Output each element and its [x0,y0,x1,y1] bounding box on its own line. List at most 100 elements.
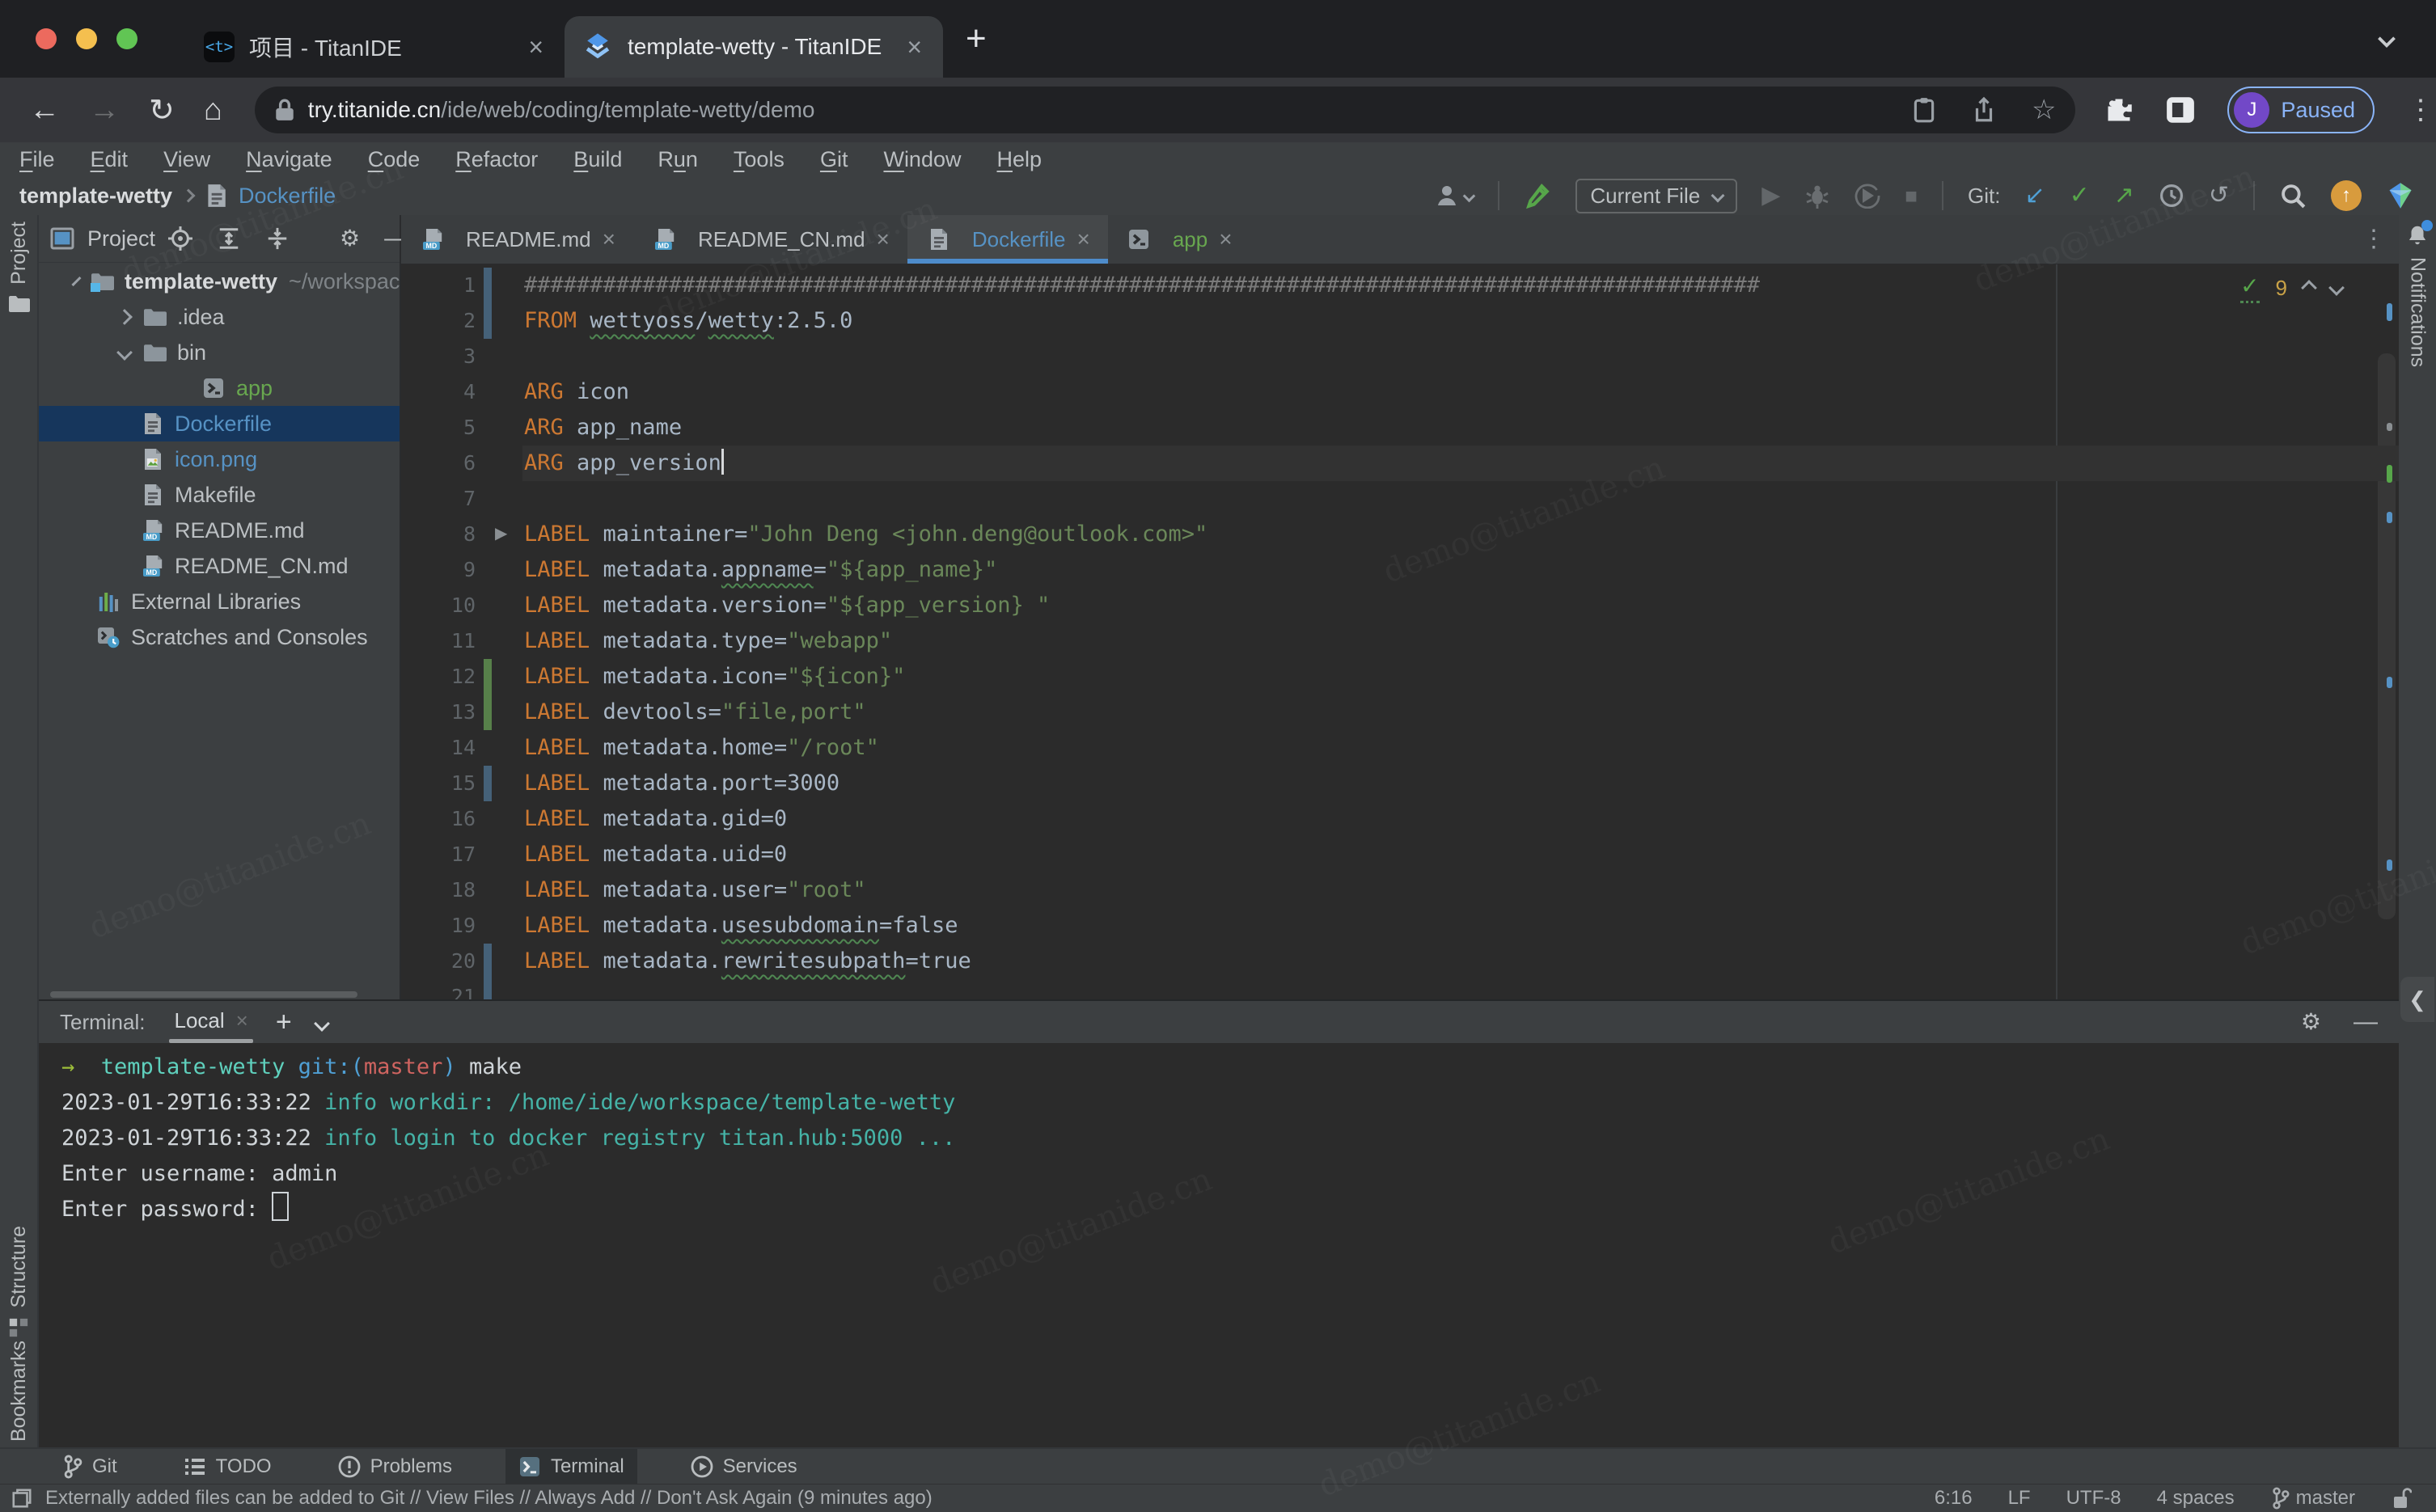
close-editor-tab-icon[interactable]: × [1076,226,1089,252]
run-coverage-icon[interactable] [1854,183,1880,209]
line-ending[interactable]: LF [2008,1487,2031,1510]
locate-file-icon[interactable] [168,226,192,251]
bookmark-star-icon[interactable]: ☆ [2032,94,2056,126]
hide-stripe-chevron-icon[interactable]: ❮ [2400,977,2434,1022]
status-window-icon[interactable] [11,1488,32,1509]
tree-item-scratches-and-consoles[interactable]: Scratches and Consoles [39,619,400,655]
tool-button-project[interactable]: Project [0,222,37,314]
editor-tab-readme-md[interactable]: MDREADME.md× [401,215,633,264]
tree-chevron-down-icon[interactable] [71,277,81,286]
tree-item-template-wetty[interactable]: template-wetty~/workspace [39,264,400,299]
settings-gear-icon[interactable]: ⚙ [340,227,360,250]
profile-button[interactable]: J Paused [2227,87,2375,133]
menu-code[interactable]: Code [368,147,421,172]
run-button[interactable]: ▶ [1761,184,1780,208]
collapse-all-icon[interactable] [265,226,290,251]
status-message[interactable]: Externally added files can be added to G… [45,1487,933,1510]
tool-window-button-todo[interactable]: TODO [171,1449,285,1485]
terminal-sessions-chevron-icon[interactable] [316,1010,328,1035]
caret-position[interactable]: 6:16 [1935,1487,1973,1510]
clipboard-icon[interactable] [1912,96,1936,124]
project-panel-title[interactable]: Project [87,226,155,251]
tree-item-makefile[interactable]: Makefile [39,477,400,513]
inspections-widget[interactable]: ✓ 9 [2240,272,2342,303]
new-terminal-session-button[interactable]: + [276,1007,292,1038]
close-editor-tab-icon[interactable]: × [1219,226,1232,252]
url-bar[interactable]: try.titanide.cn/ide/web/coding/template-… [255,87,2076,133]
tab-options-icon[interactable]: ⋮ [2362,225,2386,253]
tree-item-readme-cn-md[interactable]: MDREADME_CN.md [39,548,400,584]
tool-window-button-git[interactable]: Git [49,1449,130,1485]
browser-tab-1[interactable]: template-wetty - TitanIDE× [565,16,943,78]
menu-view[interactable]: View [163,147,210,172]
project-horizontal-scrollbar[interactable] [50,991,357,998]
tool-button-notifications[interactable]: Notifications [2399,223,2436,367]
next-problem-icon[interactable] [2328,280,2345,296]
editor-tab-readme-cn-md[interactable]: MDREADME_CN.md× [633,215,907,264]
editor-tab-app[interactable]: app× [1108,215,1250,264]
history-clock-icon[interactable] [2159,183,2184,209]
file-encoding[interactable]: UTF-8 [2066,1487,2121,1510]
breadcrumb-project[interactable]: template-wetty [19,184,172,209]
prev-problem-icon[interactable] [2301,280,2317,296]
zoom-window-button[interactable] [116,28,137,49]
git-push-icon[interactable]: ↗ [2114,184,2134,208]
browser-menu-icon[interactable]: ⋮ [2407,94,2436,126]
menu-run[interactable]: Run [658,147,698,172]
home-button[interactable]: ⌂ [204,93,222,128]
search-everywhere-icon[interactable] [2279,182,2307,209]
rollback-icon[interactable]: ↺ [2209,184,2229,208]
git-update-icon[interactable]: ↙ [2024,184,2045,208]
tree-chevron-down-icon[interactable] [116,344,133,361]
git-branch-widget[interactable]: master [2270,1487,2355,1510]
tree-item-app[interactable]: app [39,370,400,406]
minimize-terminal-icon[interactable]: — [2354,1008,2378,1036]
forward-button[interactable]: → [89,93,120,128]
tree-item-icon-png[interactable]: icon.png [39,441,400,477]
menu-edit[interactable]: Edit [91,147,129,172]
menu-navigate[interactable]: Navigate [246,147,332,172]
tool-button-structure[interactable]: Structure [0,1226,37,1338]
menu-window[interactable]: Window [883,147,961,172]
close-tab-icon[interactable]: × [907,32,922,62]
menu-git[interactable]: Git [820,147,848,172]
close-window-button[interactable] [36,28,57,49]
terminal-output[interactable]: → template-wetty git:(master) make2023-0… [39,1043,2399,1449]
side-panel-icon[interactable] [2166,95,2195,125]
menu-build[interactable]: Build [573,147,622,172]
browser-tab-0[interactable]: <t>项目 - TitanIDE× [186,16,565,78]
close-tab-icon[interactable]: × [528,32,543,62]
menu-tools[interactable]: Tools [734,147,785,172]
tool-window-button-problems[interactable]: Problems [325,1449,465,1485]
new-tab-button[interactable]: + [966,19,987,59]
unlocked-padlock-icon[interactable] [2391,1487,2412,1510]
run-configuration-select[interactable]: Current File [1575,179,1737,213]
code-editor[interactable]: ✓ 9 1###################################… [401,264,2399,1003]
menu-refactor[interactable]: Refactor [455,147,538,172]
minimize-window-button[interactable] [76,28,97,49]
menu-file[interactable]: File [19,147,55,172]
tree-item-readme-md[interactable]: MDREADME.md [39,513,400,548]
tree-item-external-libraries[interactable]: External Libraries [39,584,400,619]
tree-item-dockerfile[interactable]: Dockerfile [39,406,400,441]
update-available-icon[interactable]: ↑ [2331,180,2362,211]
close-terminal-tab-icon[interactable]: × [236,1008,248,1033]
tree-item--idea[interactable]: .idea [39,299,400,335]
close-editor-tab-icon[interactable]: × [603,226,615,252]
reload-button[interactable]: ↻ [149,92,175,129]
breadcrumb-file[interactable]: Dockerfile [239,184,336,209]
menu-help[interactable]: Help [996,147,1042,172]
tree-chevron-right-icon[interactable] [116,309,133,325]
terminal-tab-local[interactable]: Local × [174,1003,247,1041]
fold-arrow-icon[interactable]: ▶ [495,523,507,543]
tab-search-chevron-icon[interactable] [2373,27,2400,55]
debug-bug-icon[interactable] [1804,183,1830,209]
tool-window-button-terminal[interactable]: Terminal [505,1449,637,1485]
close-editor-tab-icon[interactable]: × [877,226,890,252]
indent-setting[interactable]: 4 spaces [2157,1487,2235,1510]
share-icon[interactable] [1972,96,1996,124]
editor-scrollbar[interactable] [2378,353,2396,919]
back-button[interactable]: ← [29,93,60,128]
tree-item-bin[interactable]: bin [39,335,400,370]
extensions-puzzle-icon[interactable] [2104,95,2134,125]
